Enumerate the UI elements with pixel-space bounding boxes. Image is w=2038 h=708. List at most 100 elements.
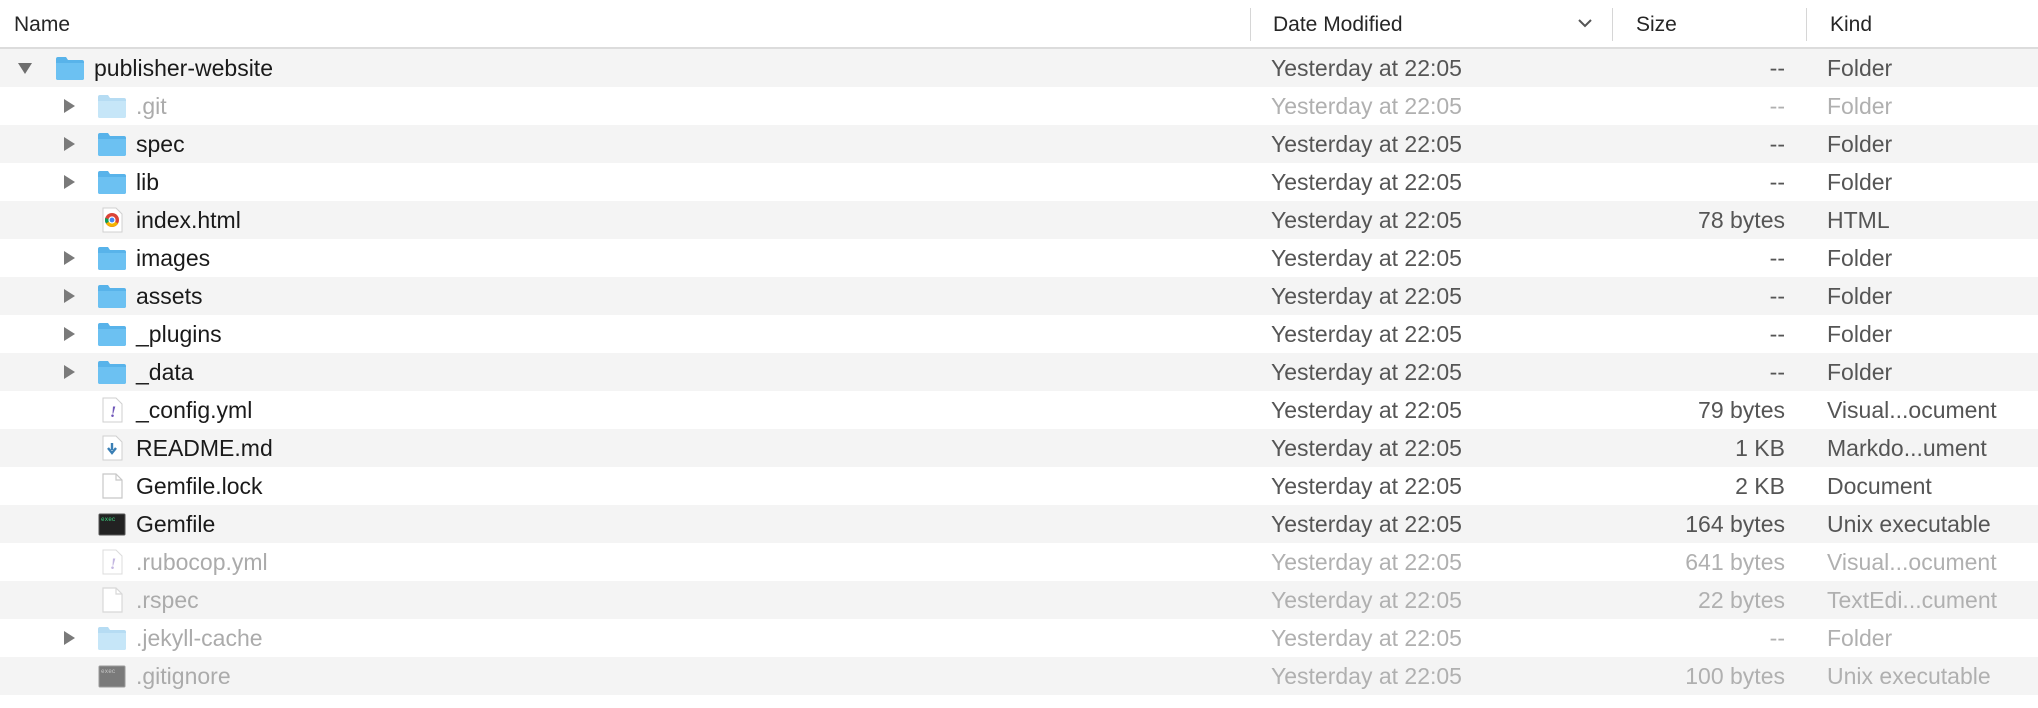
file-row[interactable]: ! _config.yml Yesterday at 22:05 79 bytes Vi… <box>0 391 2038 429</box>
terminal-exec-icon: exec <box>97 511 127 537</box>
file-kind: HTML <box>1827 207 1890 233</box>
folder-icon <box>55 55 85 81</box>
date-modified: Yesterday at 22:05 <box>1271 207 1462 233</box>
column-header-date-modified[interactable]: Date Modified <box>1273 0 1403 49</box>
date-modified: Yesterday at 22:05 <box>1271 625 1462 651</box>
folder-icon <box>97 359 127 385</box>
file-kind: TextEdi...cument <box>1827 587 1998 613</box>
file-name: assets <box>136 283 203 309</box>
sort-descending-chevron-icon[interactable] <box>1578 18 1592 28</box>
disclosure-collapsed-icon[interactable] <box>61 98 77 114</box>
file-row[interactable]: spec Yesterday at 22:05 -- Folder <box>0 125 2038 163</box>
column-divider[interactable] <box>1806 8 1807 41</box>
file-name: index.html <box>136 207 241 233</box>
file-kind: Folder <box>1827 169 1893 195</box>
column-divider[interactable] <box>1612 8 1613 41</box>
disclosure-collapsed-icon[interactable] <box>61 364 77 380</box>
date-modified: Yesterday at 22:05 <box>1271 587 1462 613</box>
file-name: _config.yml <box>136 397 253 423</box>
svg-text:exec: exec <box>101 516 116 523</box>
file-name: .jekyll-cache <box>136 625 263 651</box>
file-name: Gemfile.lock <box>136 473 263 499</box>
file-row[interactable]: assets Yesterday at 22:05 -- Folder <box>0 277 2038 315</box>
column-divider[interactable] <box>1250 8 1251 41</box>
file-name: .rspec <box>136 587 199 613</box>
date-modified: Yesterday at 22:05 <box>1271 169 1462 195</box>
file-row[interactable]: _plugins Yesterday at 22:05 -- Folder <box>0 315 2038 353</box>
disclosure-expanded-icon[interactable] <box>17 60 33 76</box>
disclosure-collapsed-icon[interactable] <box>61 136 77 152</box>
file-name: .git <box>136 93 167 119</box>
file-size: 78 bytes <box>1698 207 1785 233</box>
file-size: -- <box>1769 93 1785 119</box>
file-row[interactable]: .jekyll-cache Yesterday at 22:05 -- Folder <box>0 619 2038 657</box>
disclosure-collapsed-icon[interactable] <box>61 326 77 342</box>
terminal-exec-icon: exec <box>97 663 127 689</box>
disclosure-collapsed-icon[interactable] <box>61 288 77 304</box>
file-size: 2 KB <box>1735 473 1785 499</box>
file-name: _plugins <box>136 321 222 347</box>
file-row[interactable]: index.html Yesterday at 22:05 78 bytes HTML <box>0 201 2038 239</box>
file-kind: Visual...ocument <box>1827 397 1997 423</box>
file-kind: Folder <box>1827 55 1893 81</box>
date-modified: Yesterday at 22:05 <box>1271 55 1462 81</box>
file-row[interactable]: exec Gemfile Yesterday at 22:05 164 bytes Un… <box>0 505 2038 543</box>
date-modified: Yesterday at 22:05 <box>1271 663 1462 689</box>
svg-text:!: ! <box>110 556 116 573</box>
disclosure-collapsed-icon[interactable] <box>61 250 77 266</box>
date-modified: Yesterday at 22:05 <box>1271 283 1462 309</box>
disclosure-collapsed-icon[interactable] <box>61 174 77 190</box>
file-name: spec <box>136 131 185 157</box>
file-row[interactable]: ! .rubocop.yml Yesterday at 22:05 641 bytes… <box>0 543 2038 581</box>
file-size: -- <box>1769 169 1785 195</box>
folder-icon <box>97 245 127 271</box>
date-modified: Yesterday at 22:05 <box>1271 397 1462 423</box>
file-size: -- <box>1769 283 1785 309</box>
file-name: Gemfile <box>136 511 216 537</box>
yaml-file-icon: ! <box>97 397 127 423</box>
column-header-kind[interactable]: Kind <box>1830 0 1872 49</box>
file-row[interactable]: exec .gitignore Yesterday at 22:05 100 byte… <box>0 657 2038 695</box>
folder-icon <box>97 625 127 651</box>
file-size: 22 bytes <box>1698 587 1785 613</box>
folder-icon <box>97 283 127 309</box>
file-row[interactable]: Gemfile.lock Yesterday at 22:05 2 KB Docume… <box>0 467 2038 505</box>
column-header-size[interactable]: Size <box>1636 0 1677 49</box>
file-kind: Folder <box>1827 93 1893 119</box>
svg-text:exec: exec <box>101 668 116 675</box>
file-row[interactable]: .rspec Yesterday at 22:05 22 bytes TextEdi.… <box>0 581 2038 619</box>
file-kind: Folder <box>1827 359 1893 385</box>
chrome-html-icon <box>97 207 127 233</box>
file-size: 164 bytes <box>1685 511 1785 537</box>
disclosure-collapsed-icon[interactable] <box>61 630 77 646</box>
file-name: publisher-website <box>94 55 273 81</box>
date-modified: Yesterday at 22:05 <box>1271 321 1462 347</box>
file-row[interactable]: README.md Yesterday at 22:05 1 KB Markdo...… <box>0 429 2038 467</box>
file-kind: Unix executable <box>1827 511 1991 537</box>
file-name: _data <box>136 359 194 385</box>
file-size: -- <box>1769 55 1785 81</box>
file-row[interactable]: lib Yesterday at 22:05 -- Folder <box>0 163 2038 201</box>
file-name: images <box>136 245 211 271</box>
file-size: 1 KB <box>1735 435 1785 461</box>
file-kind: Folder <box>1827 625 1893 651</box>
file-row[interactable]: _data Yesterday at 22:05 -- Folder <box>0 353 2038 391</box>
date-modified: Yesterday at 22:05 <box>1271 435 1462 461</box>
file-name: README.md <box>136 435 273 461</box>
date-modified: Yesterday at 22:05 <box>1271 549 1462 575</box>
file-row[interactable]: images Yesterday at 22:05 -- Folder <box>0 239 2038 277</box>
column-header-name[interactable]: Name <box>14 0 70 49</box>
file-name: lib <box>136 169 160 195</box>
file-kind: Document <box>1827 473 1932 499</box>
folder-icon <box>97 321 127 347</box>
date-modified: Yesterday at 22:05 <box>1271 359 1462 385</box>
file-row[interactable]: .git Yesterday at 22:05 -- Folder <box>0 87 2038 125</box>
folder-icon <box>97 131 127 157</box>
file-row[interactable]: publisher-website Yesterday at 22:05 -- Fol… <box>0 49 2038 87</box>
file-kind: Folder <box>1827 245 1893 271</box>
column-header-bar: Name Date Modified Size Kind <box>0 0 2038 49</box>
file-kind: Visual...ocument <box>1827 549 1997 575</box>
file-size: -- <box>1769 359 1785 385</box>
document-icon <box>97 587 127 613</box>
file-size: 641 bytes <box>1685 549 1785 575</box>
